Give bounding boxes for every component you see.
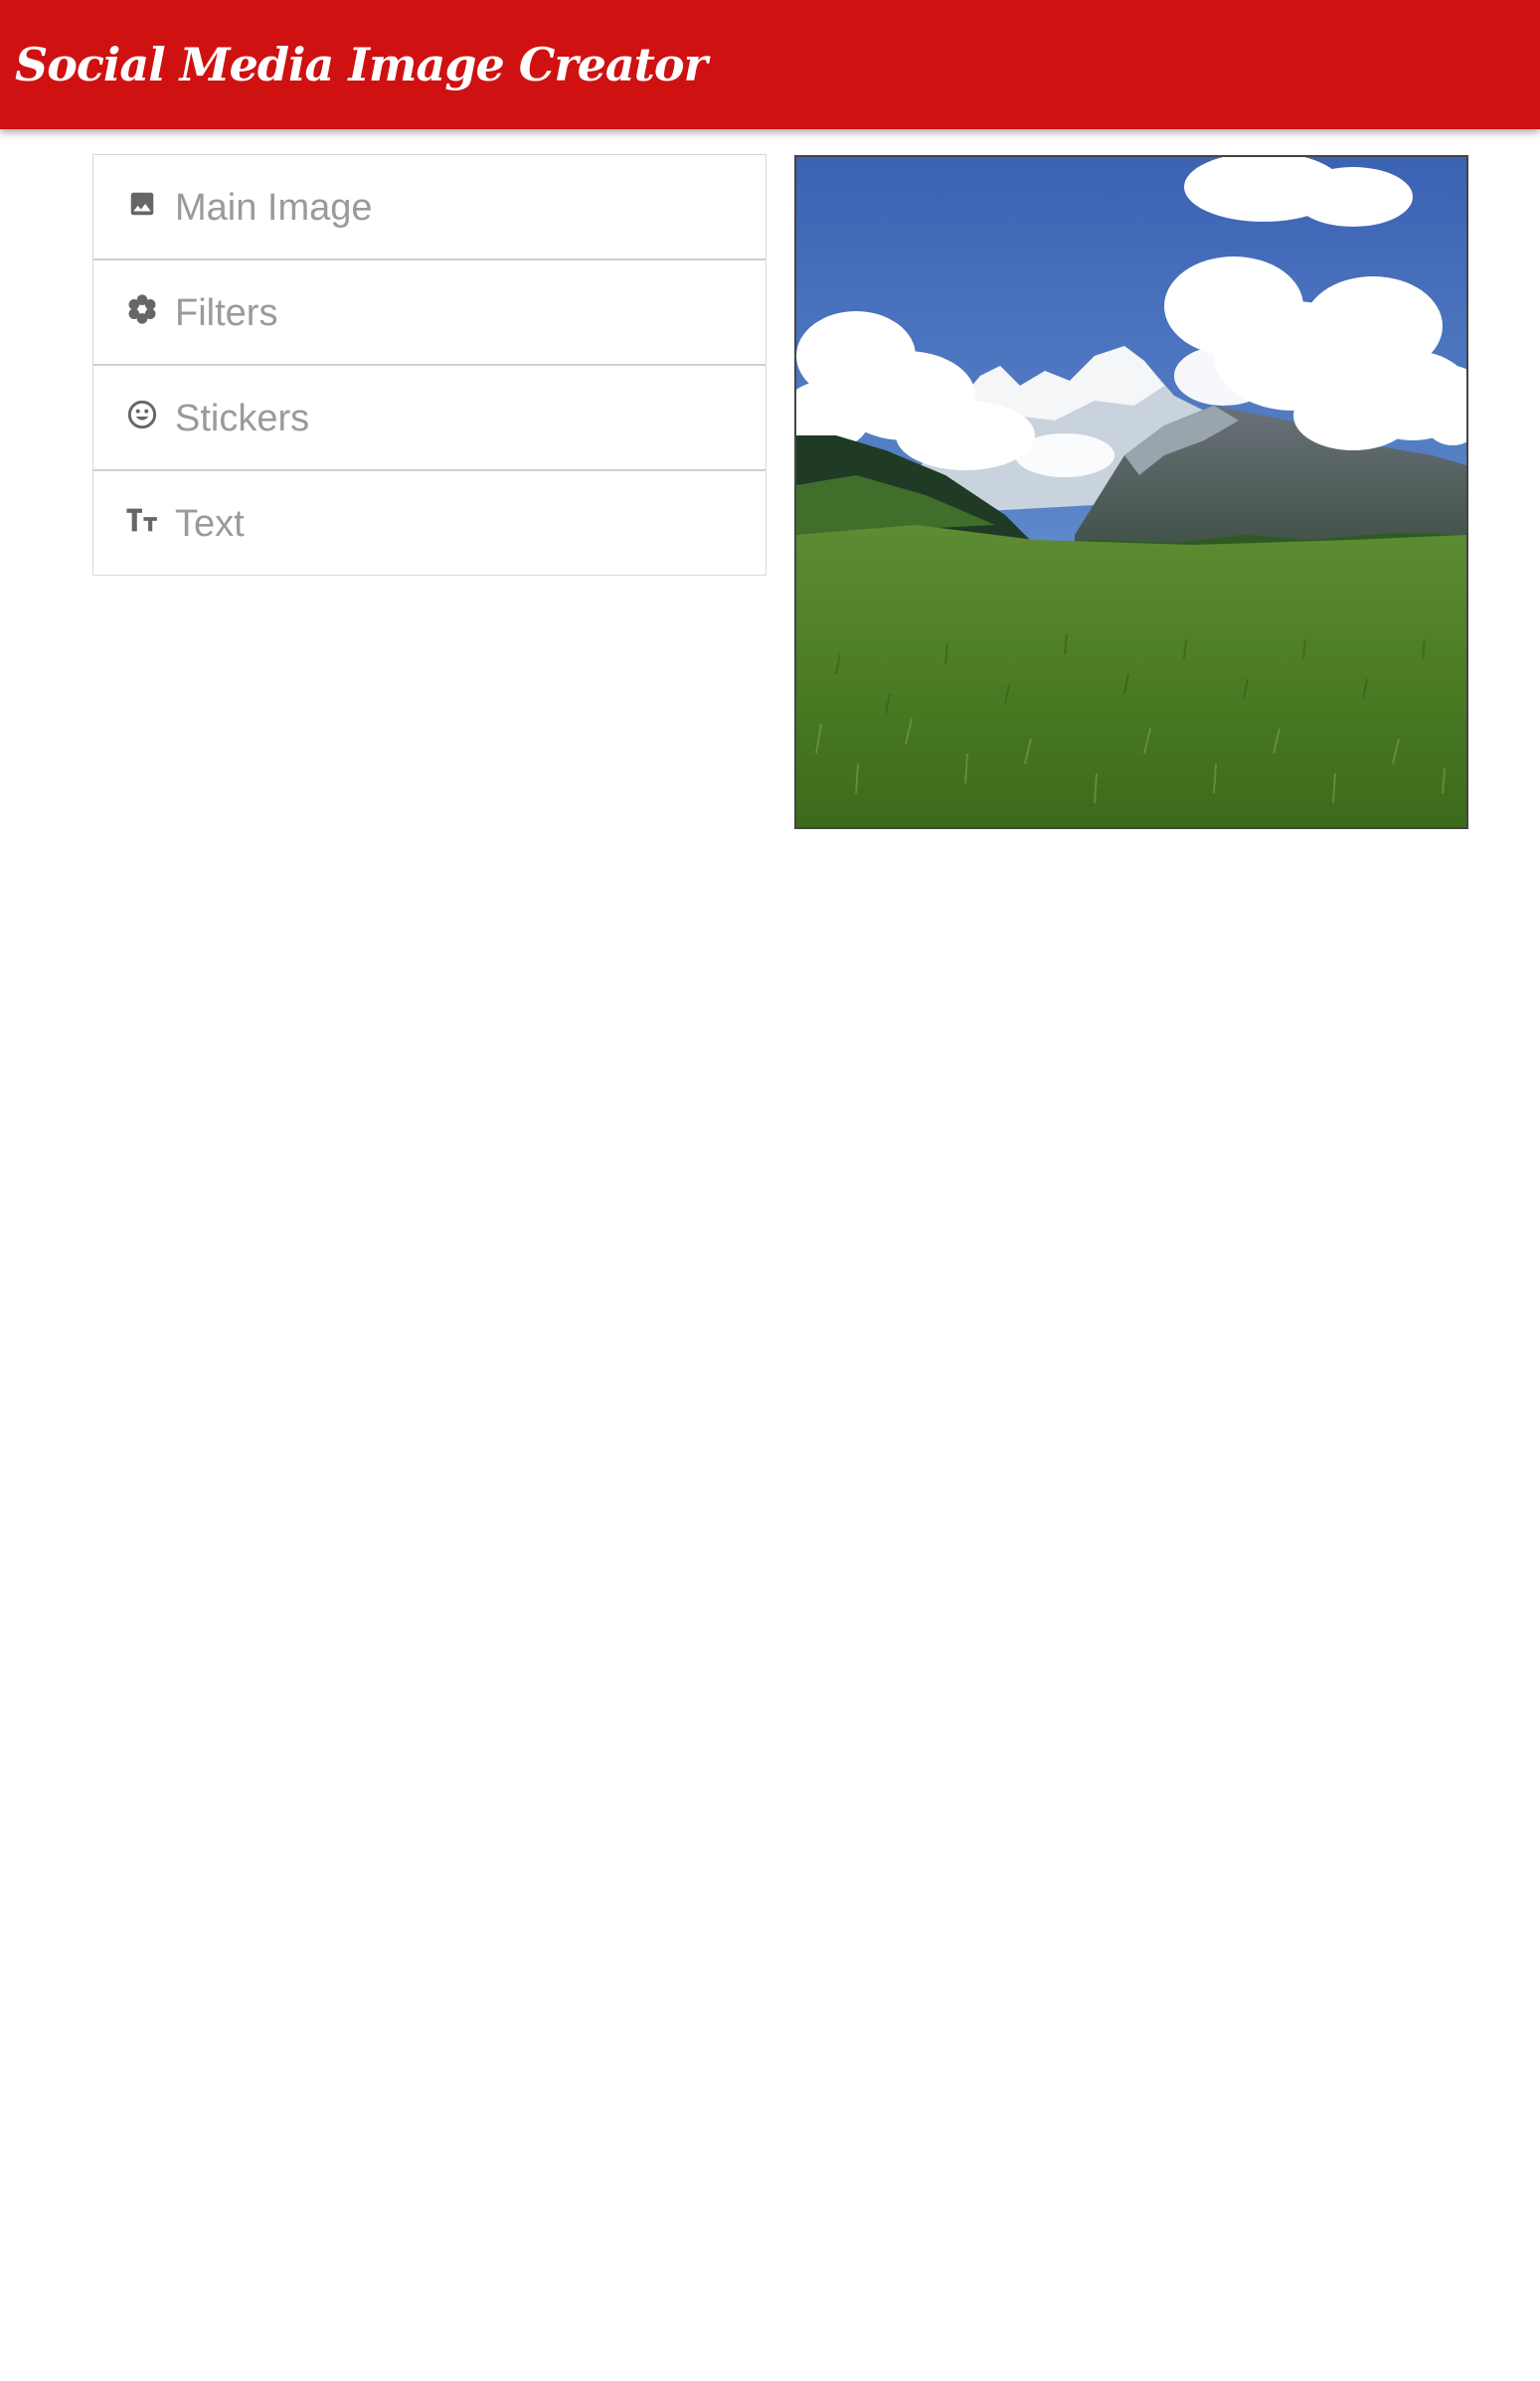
panel-item-label: Filters [175,292,278,334]
app-header: Social Media Image Creator [0,0,1540,129]
image-icon [125,187,159,221]
panel-item-main-image[interactable]: Main Image [93,155,766,260]
mountain-meadow-photo [796,157,1466,827]
image-preview [794,155,1468,829]
panel-item-label: Stickers [175,398,310,439]
text-size-icon [125,503,159,537]
flower-icon [125,292,159,326]
panel-item-filters[interactable]: Filters [93,260,766,366]
editor-panel: Main Image Filters Stickers Text [92,154,767,576]
panel-item-label: Main Image [175,187,373,229]
smiley-icon [125,398,159,431]
panel-item-stickers[interactable]: Stickers [93,366,766,471]
panel-item-text[interactable]: Text [93,471,766,575]
panel-item-label: Text [175,503,245,545]
app-title: Social Media Image Creator [15,38,708,91]
